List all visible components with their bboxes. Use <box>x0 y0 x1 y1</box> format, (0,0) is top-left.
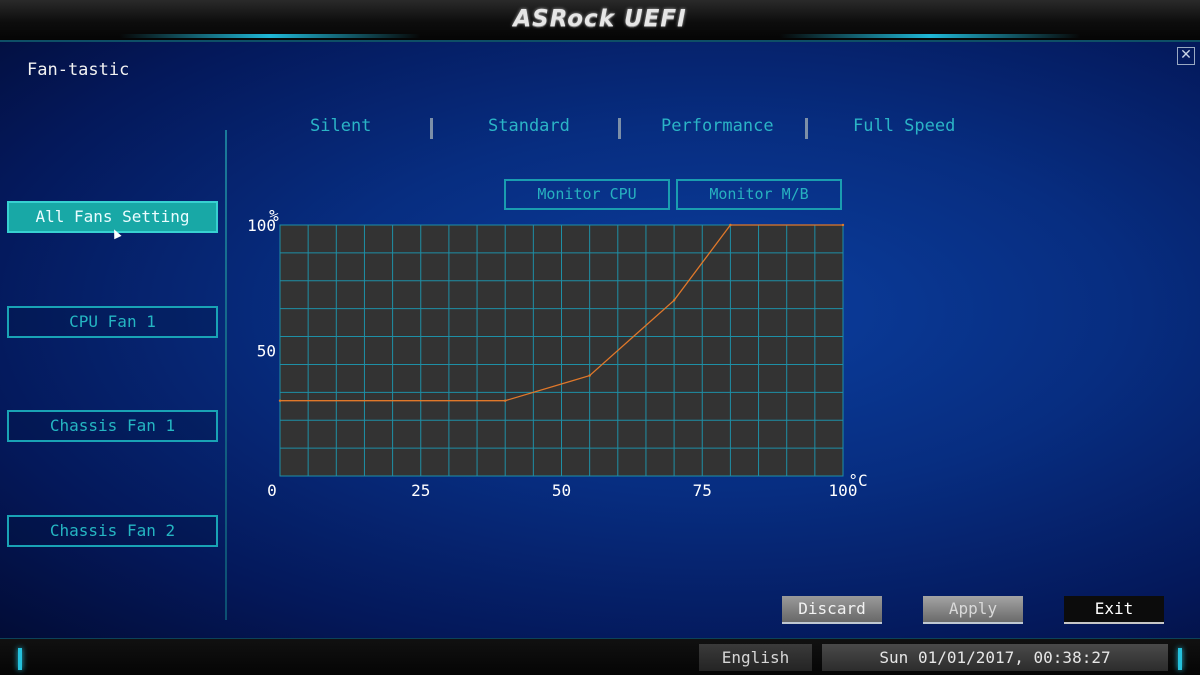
sidebar-item-chassis-fan-1[interactable]: Chassis Fan 1 <box>7 410 218 442</box>
preset-separator <box>618 118 621 139</box>
main-panel: Fan-tastic ✕ <box>0 42 1200 638</box>
apply-button[interactable]: Apply <box>923 596 1023 624</box>
discard-button[interactable]: Discard <box>782 596 882 624</box>
preset-standard[interactable]: Standard <box>488 116 570 136</box>
sidebar-item-cpu-fan-1[interactable]: CPU Fan 1 <box>7 306 218 338</box>
bottom-accent-right <box>1178 648 1182 670</box>
preset-separator <box>430 118 433 139</box>
language-button[interactable]: English <box>699 644 812 671</box>
preset-separator <box>805 118 808 139</box>
exit-button[interactable]: Exit <box>1064 596 1164 624</box>
sidebar-item-chassis-fan-2[interactable]: Chassis Fan 2 <box>7 515 218 547</box>
page-title: Fan-tastic <box>27 60 130 80</box>
header-glow-left <box>120 34 420 38</box>
bottom-bar: English Sun 01/01/2017, 00:38:27 <box>0 638 1200 675</box>
monitor-cpu-button[interactable]: Monitor CPU <box>504 179 670 210</box>
monitor-mb-button[interactable]: Monitor M/B <box>676 179 842 210</box>
top-bar: ASRock UEFI <box>0 0 1200 42</box>
bottom-accent-left <box>18 648 22 670</box>
sidebar-divider <box>225 130 227 620</box>
preset-silent[interactable]: Silent <box>310 116 371 136</box>
preset-full-speed[interactable]: Full Speed <box>853 116 955 136</box>
close-icon[interactable]: ✕ <box>1177 47 1195 65</box>
sidebar-item-all-fans-setting[interactable]: All Fans Setting <box>7 201 218 233</box>
asrock-logo: ASRock UEFI <box>513 6 687 32</box>
preset-performance[interactable]: Performance <box>661 116 774 136</box>
datetime-display: Sun 01/01/2017, 00:38:27 <box>822 644 1168 671</box>
header-glow-right <box>780 34 1080 38</box>
